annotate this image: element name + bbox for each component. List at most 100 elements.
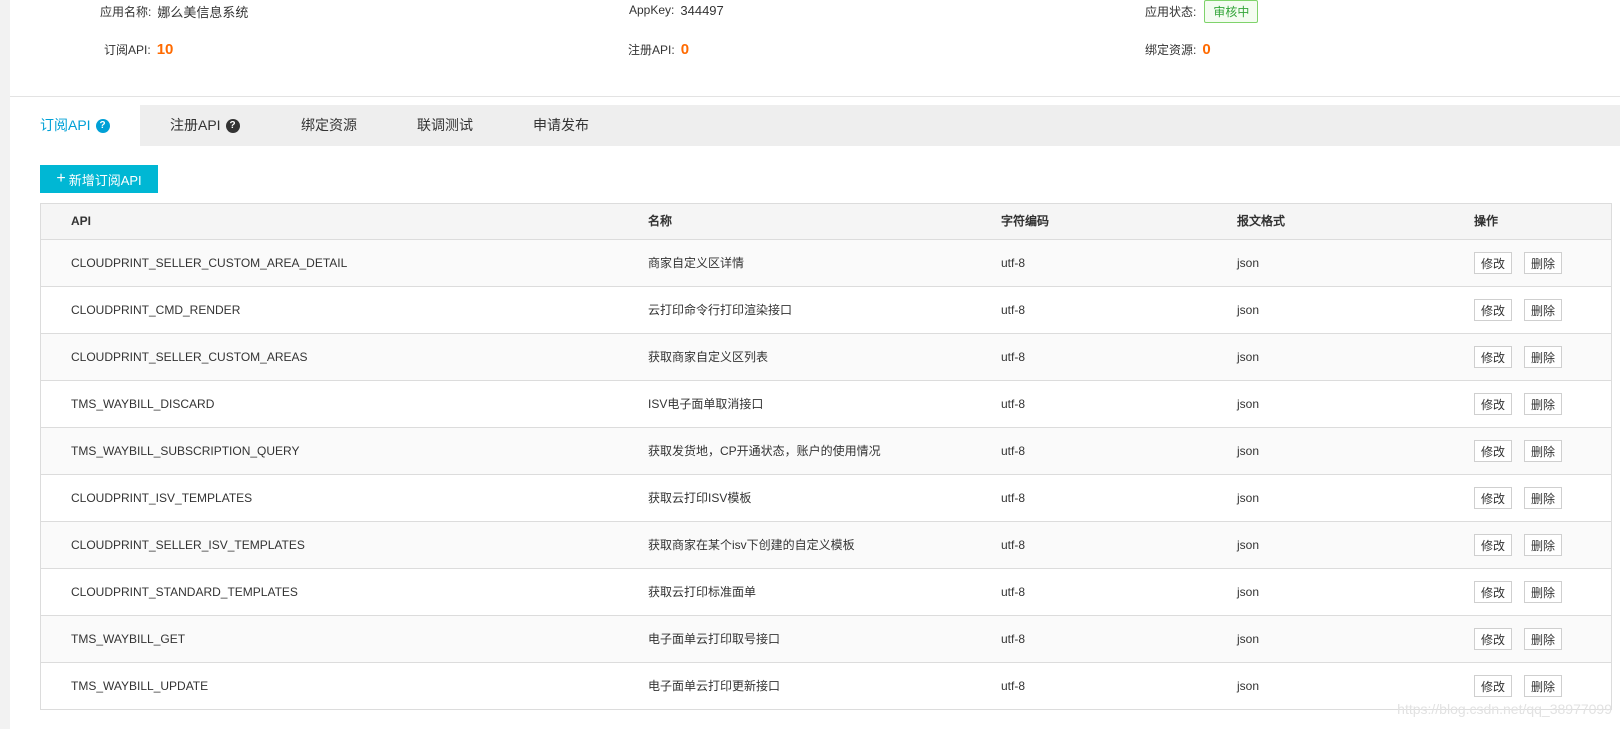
edit-button[interactable]: 修改: [1474, 628, 1512, 650]
api-cell: CLOUDPRINT_SELLER_CUSTOM_AREA_DETAIL: [71, 256, 348, 270]
api-cell: CLOUDPRINT_CMD_RENDER: [71, 303, 241, 317]
format-cell: json: [1237, 632, 1260, 646]
table-row: CLOUDPRINT_SELLER_ISV_TEMPLATES 获取商家在某个is…: [41, 522, 1611, 569]
delete-button[interactable]: 删除: [1524, 252, 1562, 274]
charset-cell: utf-8: [1001, 491, 1026, 505]
delete-button[interactable]: 删除: [1524, 628, 1562, 650]
charset-cell: utf-8: [1001, 538, 1026, 552]
edit-button[interactable]: 修改: [1474, 487, 1512, 509]
tab-debug-test[interactable]: 联调测试: [417, 105, 473, 146]
edit-button[interactable]: 修改: [1474, 534, 1512, 556]
tab-label: 订阅API: [40, 117, 91, 133]
registered-api-count: 0: [680, 40, 690, 58]
edit-button[interactable]: 修改: [1474, 346, 1512, 368]
delete-button[interactable]: 删除: [1524, 440, 1562, 462]
registered-api-info: 注册API: 0: [628, 39, 689, 59]
tab-label: 注册API: [170, 117, 221, 133]
table-row: CLOUDPRINT_SELLER_CUSTOM_AREA_DETAIL 商家自定…: [41, 240, 1611, 287]
edit-button[interactable]: 修改: [1474, 581, 1512, 603]
format-cell: json: [1237, 350, 1260, 364]
charset-cell: utf-8: [1001, 397, 1026, 411]
tab-subscribed-api[interactable]: 订阅API ?: [10, 105, 140, 146]
edit-button[interactable]: 修改: [1474, 393, 1512, 415]
add-button-label: 新增订阅API: [68, 172, 142, 188]
tab-registered-api[interactable]: 注册API ?: [170, 105, 240, 146]
api-cell: TMS_WAYBILL_SUBSCRIPTION_QUERY: [71, 444, 300, 458]
subscribed-api-count: 10: [156, 40, 174, 58]
app-name-label: 应用名称:: [100, 4, 152, 19]
edit-button[interactable]: 修改: [1474, 299, 1512, 321]
subscribed-api-label: 订阅API:: [104, 42, 151, 57]
tab-label: 绑定资源: [301, 117, 357, 133]
charset-cell: utf-8: [1001, 632, 1026, 646]
edit-button[interactable]: 修改: [1474, 675, 1512, 697]
charset-cell: utf-8: [1001, 444, 1026, 458]
app-name-value: 娜么美信息系统: [157, 4, 249, 20]
delete-button[interactable]: 删除: [1524, 299, 1562, 321]
app-info-section: 应用名称: 娜么美信息系统 AppKey: 344497 应用状态: 审核中 订…: [10, 0, 1620, 97]
tab-label: 申请发布: [533, 117, 589, 133]
app-status-info: 应用状态: 审核中: [1145, 0, 1259, 23]
header-api: API: [71, 214, 92, 228]
appkey-info: AppKey: 344497: [629, 1, 724, 19]
api-cell: CLOUDPRINT_SELLER_CUSTOM_AREAS: [71, 350, 308, 364]
bound-resource-label: 绑定资源:: [1145, 42, 1197, 57]
appkey-value: 344497: [680, 2, 724, 18]
charset-cell: utf-8: [1001, 679, 1026, 693]
table-row: CLOUDPRINT_STANDARD_TEMPLATES 获取云打印标准面单 ut…: [41, 569, 1611, 616]
table-row: CLOUDPRINT_CMD_RENDER 云打印命令行打印渲染接口 utf-8 js…: [41, 287, 1611, 334]
help-icon[interactable]: ?: [225, 118, 240, 133]
format-cell: json: [1237, 444, 1260, 458]
name-cell: 获取发货地，CP开通状态，账户的使用情况: [648, 444, 881, 458]
subscribed-api-info: 订阅API: 10: [104, 39, 173, 59]
table-row: TMS_WAYBILL_SUBSCRIPTION_QUERY 获取发货地，CP开通…: [41, 428, 1611, 475]
help-icon[interactable]: ?: [95, 118, 110, 133]
name-cell: 获取商家自定义区列表: [648, 350, 769, 364]
delete-button[interactable]: 删除: [1524, 487, 1562, 509]
main-panel: 应用名称: 娜么美信息系统 AppKey: 344497 应用状态: 审核中 订…: [10, 0, 1620, 729]
name-cell: 商家自定义区详情: [648, 256, 745, 270]
plus-icon: +: [56, 170, 66, 187]
table-row: TMS_WAYBILL_UPDATE 电子面单云打印更新接口 utf-8 json 修改…: [41, 663, 1611, 710]
table-row: TMS_WAYBILL_GET 电子面单云打印取号接口 utf-8 json 修改 删除: [41, 616, 1611, 663]
name-cell: 云打印命令行打印渲染接口: [648, 303, 793, 317]
edit-button[interactable]: 修改: [1474, 440, 1512, 462]
table-row: CLOUDPRINT_SELLER_CUSTOM_AREAS 获取商家自定义区列表…: [41, 334, 1611, 381]
status-badge: 审核中: [1204, 0, 1259, 23]
api-cell: TMS_WAYBILL_GET: [71, 632, 186, 646]
api-cell: CLOUDPRINT_ISV_TEMPLATES: [71, 491, 253, 505]
add-subscribed-api-button[interactable]: + 新增订阅API: [40, 165, 158, 193]
name-cell: 电子面单云打印取号接口: [648, 632, 781, 646]
edit-button[interactable]: 修改: [1474, 252, 1512, 274]
tab-bound-resource[interactable]: 绑定资源: [301, 105, 357, 146]
delete-button[interactable]: 删除: [1524, 581, 1562, 603]
header-actions: 操作: [1474, 214, 1499, 228]
registered-api-label: 注册API:: [628, 42, 675, 57]
delete-button[interactable]: 删除: [1524, 346, 1562, 368]
delete-button[interactable]: 删除: [1524, 675, 1562, 697]
format-cell: json: [1237, 491, 1260, 505]
format-cell: json: [1237, 256, 1260, 270]
charset-cell: utf-8: [1001, 256, 1026, 270]
name-cell: 获取云打印标准面单: [648, 585, 757, 599]
app-name-info: 应用名称: 娜么美信息系统: [100, 2, 248, 20]
format-cell: json: [1237, 585, 1260, 599]
format-cell: json: [1237, 679, 1260, 693]
delete-button[interactable]: 删除: [1524, 534, 1562, 556]
tab-apply-publish[interactable]: 申请发布: [533, 105, 589, 146]
table-header: API 名称 字符编码 报文格式 操作: [41, 204, 1611, 240]
delete-button[interactable]: 删除: [1524, 393, 1562, 415]
header-format: 报文格式: [1237, 214, 1286, 228]
header-charset: 字符编码: [1001, 214, 1050, 228]
name-cell: ISV电子面单取消接口: [648, 397, 764, 411]
name-cell: 电子面单云打印更新接口: [648, 679, 781, 693]
charset-cell: utf-8: [1001, 303, 1026, 317]
name-cell: 获取云打印ISV模板: [648, 491, 752, 505]
appkey-label: AppKey:: [629, 3, 675, 17]
format-cell: json: [1237, 397, 1260, 411]
header-name: 名称: [648, 214, 673, 228]
api-cell: CLOUDPRINT_SELLER_ISV_TEMPLATES: [71, 538, 305, 552]
watermark: https://blog.csdn.net/qq_38977099: [1397, 701, 1612, 717]
table-row: TMS_WAYBILL_DISCARD ISV电子面单取消接口 utf-8 json 修…: [41, 381, 1611, 428]
charset-cell: utf-8: [1001, 585, 1026, 599]
